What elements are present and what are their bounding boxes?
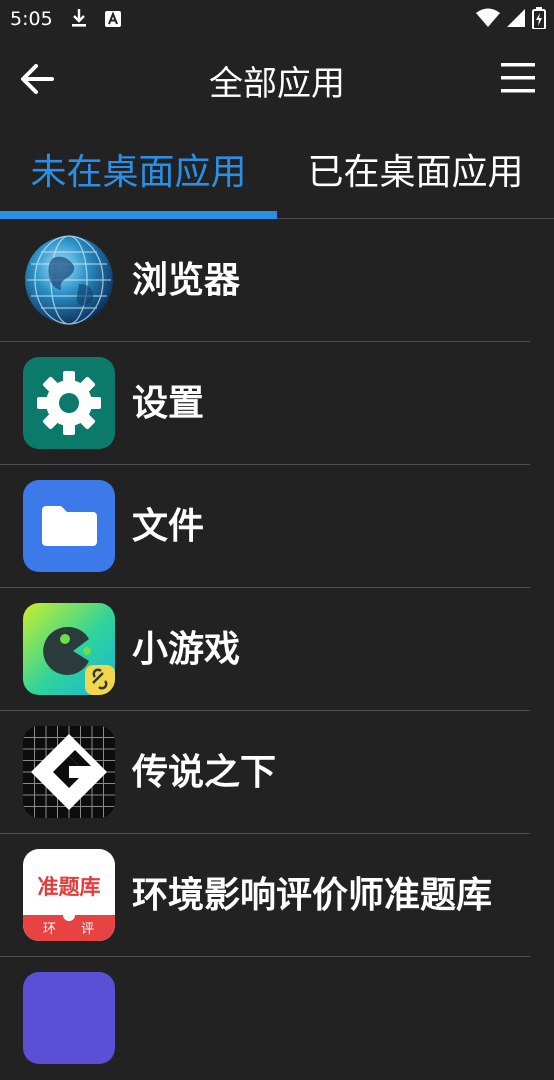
page-title: 全部应用 (209, 64, 345, 104)
globe-icon (23, 234, 115, 326)
pacman-game-icon (23, 603, 115, 695)
gear-icon (23, 357, 115, 449)
download-icon (70, 8, 88, 32)
app-label: 环境影响评价师准题库 (132, 875, 493, 916)
list-item-undertale[interactable]: 传说之下 (0, 711, 554, 834)
folder-icon (23, 480, 115, 572)
app-bar: 全部应用 (0, 36, 554, 120)
tab-not-on-desktop[interactable]: 未在桌面应用 (0, 120, 277, 218)
tab-on-desktop[interactable]: 已在桌面应用 (277, 120, 554, 218)
gamemaker-icon (23, 726, 115, 818)
app-label: 浏览器 (132, 260, 241, 301)
battery-charging-icon (532, 7, 546, 33)
tab-indicator (0, 211, 277, 219)
app-label: 设置 (132, 383, 205, 424)
app-label: 小游戏 (132, 629, 241, 670)
list-item-mini-games[interactable]: 小游戏 (0, 588, 554, 711)
icon-sub-text: 评 (81, 922, 95, 937)
list-item-settings[interactable]: 设置 (0, 342, 554, 465)
signal-icon (506, 8, 526, 32)
menu-icon[interactable] (498, 58, 538, 98)
list-item-browser[interactable]: 浏览器 (0, 219, 554, 342)
wifi-icon (476, 8, 500, 32)
app-icon-partial (23, 972, 115, 1064)
list-item-partial[interactable] (0, 957, 554, 1080)
question-bank-icon: 准题库 环 评 (23, 849, 115, 941)
app-list: 浏览器 设置 文件 小游戏 传说之下 准题库 环 评 环境影响评价师准题库 (0, 219, 554, 1080)
notification-a-icon (104, 10, 122, 32)
list-item-files[interactable]: 文件 (0, 465, 554, 588)
status-time: 5:05 (10, 8, 53, 30)
list-item-question-bank[interactable]: 准题库 环 评 环境影响评价师准题库 (0, 834, 554, 957)
tab-bar: 未在桌面应用 已在桌面应用 (0, 120, 554, 219)
icon-brand-text: 准题库 (37, 875, 101, 899)
status-bar: 5:05 (0, 0, 554, 36)
app-label: 文件 (132, 506, 205, 547)
app-label: 传说之下 (132, 752, 277, 793)
icon-sub-text: 环 (43, 922, 57, 937)
